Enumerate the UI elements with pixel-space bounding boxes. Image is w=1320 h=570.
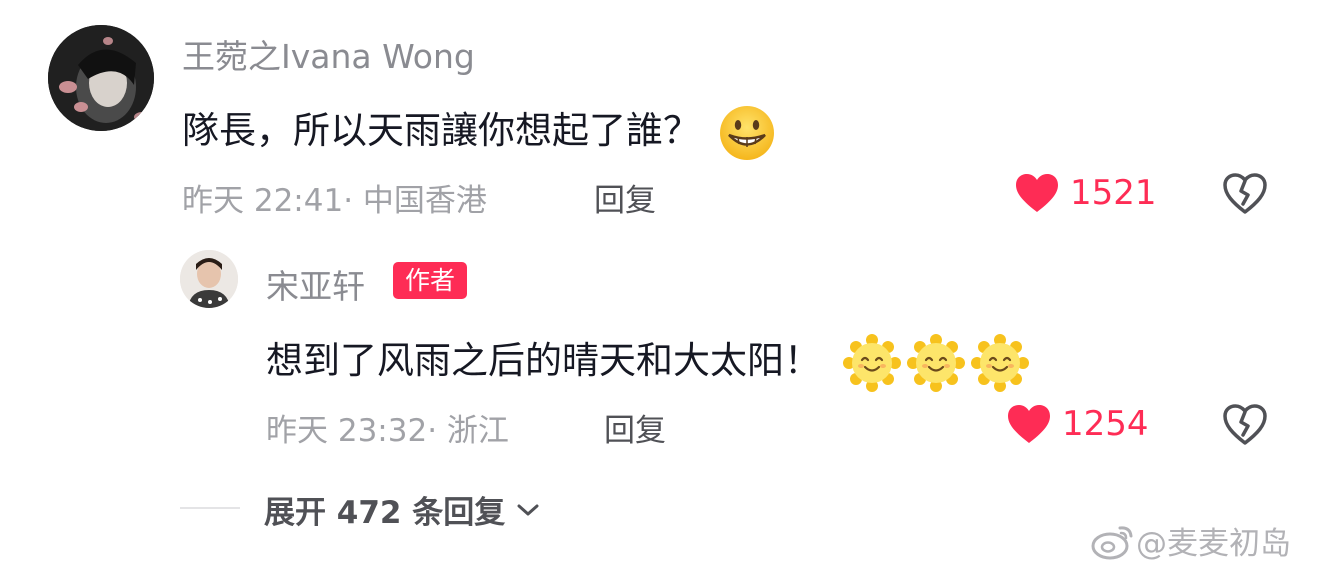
reply-meta: 昨天 23:32· 浙江 [266,405,509,450]
author-badge: 作者 [393,262,468,299]
broken-heart-icon [1223,173,1267,214]
comment-thread: 王菀之Ivana Wong 隊長，所以天雨讓你想起了誰？ 昨天 22:41· 中… [0,0,1320,570]
broken-heart-icon [1223,404,1267,445]
reply-reply-button[interactable]: 回复 [604,405,666,450]
avatar[interactable] [48,25,154,131]
reply-like-button[interactable]: 1254 [1006,403,1149,445]
sun-with-face-icon [970,333,1029,392]
reply-like-count: 1254 [1062,404,1149,444]
comment-username[interactable]: 王菀之Ivana Wong [182,30,475,78]
comment-body: 隊長，所以天雨讓你想起了誰？ [182,109,700,152]
like-count: 1521 [1070,173,1157,213]
comment-text: 隊長，所以天雨讓你想起了誰？ [182,100,776,162]
heart-icon [1008,405,1050,443]
heart-icon [1016,174,1058,212]
watermark-text: @麦麦初岛 [1136,526,1291,562]
reply-location: · 浙江 [427,413,509,449]
avatar-image [48,25,154,131]
like-button[interactable]: 1521 [1014,172,1157,214]
reply-username[interactable]: 宋亚轩 [266,260,365,308]
comment-meta: 昨天 22:41· 中国香港 [182,175,487,220]
reply-dislike-button[interactable] [1222,403,1268,451]
dislike-button[interactable] [1222,172,1268,220]
reply-button[interactable]: 回复 [594,175,656,220]
reply-body: 想到了风雨之后的晴天和大太阳！ [266,339,821,382]
grinning-face-icon [719,105,774,160]
expand-replies-label: 展开 472 条回复 [264,495,506,531]
reply-text: 想到了风雨之后的晴天和大太阳！ [266,330,1029,392]
watermark: @麦麦初岛 [1090,518,1291,563]
reply-time: 昨天 23:32 [266,413,428,449]
reply-avatar-image [180,250,238,308]
expand-divider [180,507,240,509]
weibo-logo-icon [1091,525,1133,559]
expand-replies-button[interactable]: 展开 472 条回复 [264,487,541,532]
sun-with-face-icon [842,333,901,392]
comment-time: 昨天 22:41 [182,183,344,219]
chevron-down-icon [517,504,539,515]
comment-location: · 中国香港 [343,183,487,219]
sun-with-face-icon [906,333,965,392]
reply-avatar[interactable] [180,250,238,308]
